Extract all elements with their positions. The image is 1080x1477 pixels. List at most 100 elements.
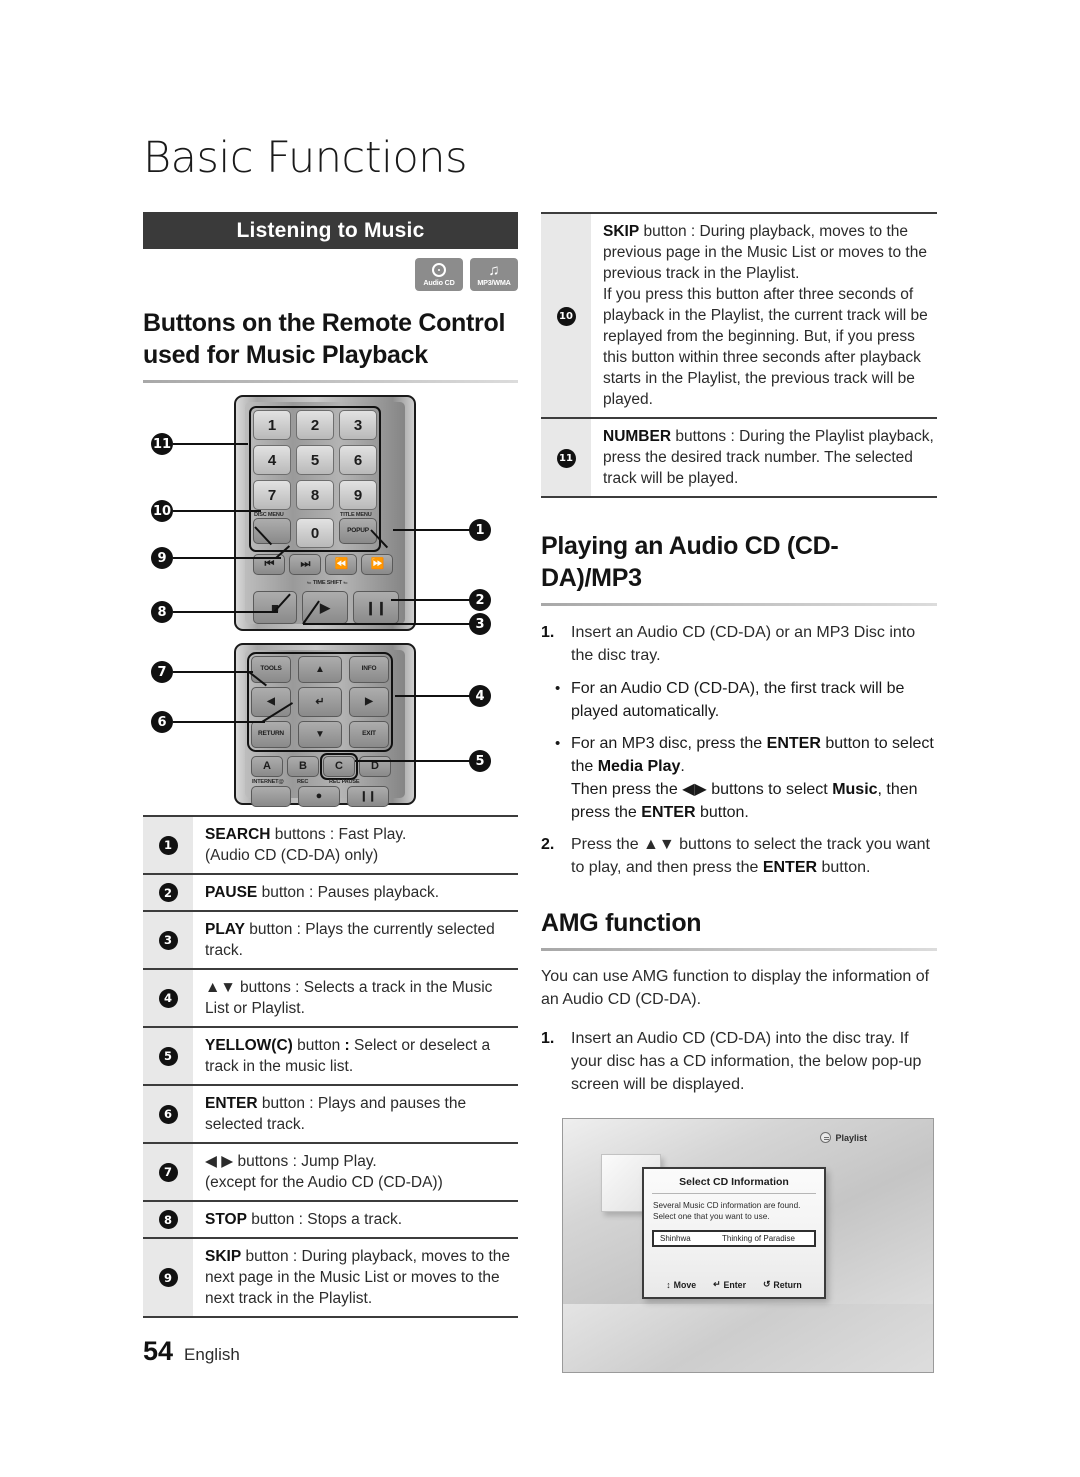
table-row: 10 SKIP button : During playback, moves …	[541, 212, 937, 418]
row-text: SKIP button : During playback, moves to …	[193, 1237, 518, 1318]
step-item: 1. Insert an Audio CD (CD-DA) into the d…	[541, 1027, 937, 1096]
step-number: 2.	[541, 836, 555, 853]
row-number: 2	[158, 883, 178, 902]
updown-arrow-icon: ↕	[666, 1279, 671, 1290]
mp3-wma-icon: ♫ MP3/WMA	[470, 258, 518, 291]
remote-pause-button[interactable]: ❙❙	[353, 591, 399, 624]
tv-screen-lower	[563, 1304, 933, 1372]
bullet-dot: •	[555, 680, 561, 697]
step-text: Insert an Audio CD (CD-DA) into the disc…	[571, 1030, 922, 1093]
rec-label: REC	[297, 779, 309, 785]
disc-badge-group: Audio CD ♫ MP3/WMA	[143, 258, 518, 291]
tv-screen-illustration: Playlist Select CD Information Several M…	[562, 1118, 934, 1373]
remote-key-7[interactable]: 7	[253, 480, 291, 510]
dialog-title: Select CD Information	[679, 1176, 789, 1188]
row-text: YELLOW(C) button : Select or deselect a …	[193, 1026, 518, 1085]
row-text: SKIP button : During playback, moves to …	[591, 212, 937, 418]
table-row: 1 SEARCH buttons : Fast Play. (Audio CD (…	[143, 815, 518, 874]
title-menu-label: TITLE MENU	[340, 512, 372, 518]
heading-amg: AMG function	[541, 909, 702, 937]
hint-move-label: Move	[673, 1279, 697, 1290]
remote-enter-button[interactable]: ↵	[298, 687, 342, 717]
row-text: ENTER button : Plays and pauses the sele…	[193, 1084, 518, 1143]
remote-color-c-button[interactable]: C	[323, 756, 355, 777]
remote-internet-button[interactable]	[251, 786, 291, 807]
remote-search-rewind-button[interactable]: ⏪	[325, 554, 357, 575]
section-banner: Listening to Music	[143, 212, 518, 249]
remote-upper-body: 1 2 3 4 5 6 7 8 9 0 POPUP DISC MENU TITL…	[234, 395, 416, 631]
right-column: 10 SKIP button : During playback, moves …	[541, 212, 937, 1373]
row-number: 5	[158, 1046, 178, 1066]
row-number-cell: 11	[541, 417, 591, 498]
remote-play-button[interactable]: ▶	[302, 591, 348, 624]
remote-nav-left-button[interactable]: ◀	[251, 687, 291, 717]
internet-label: INTERNET@	[252, 779, 284, 785]
remote-key-9[interactable]: 9	[339, 480, 377, 510]
remote-info-button[interactable]: INFO	[349, 656, 389, 683]
manual-page: Basic Functions Listening to Music Audio…	[0, 0, 1080, 1477]
remote-color-b-button[interactable]: B	[287, 756, 319, 777]
cd-album: Thinking of Paradise	[722, 1234, 795, 1243]
heading-rule	[143, 380, 518, 383]
row-number-cell: 7	[143, 1142, 193, 1201]
page-title: Basic Functions	[143, 133, 467, 183]
remote-rec-button[interactable]: ●	[298, 786, 340, 807]
remote-key-1[interactable]: 1	[253, 410, 291, 440]
remote-nav-right-button[interactable]: ▶	[349, 687, 389, 717]
row-number: 6	[158, 1104, 178, 1124]
table-left-body: 1 SEARCH buttons : Fast Play. (Audio CD (…	[143, 815, 518, 1318]
remote-nav-down-button[interactable]: ▼	[298, 721, 342, 748]
callout-6-leader	[173, 721, 265, 723]
left-column: Listening to Music Audio CD ♫ MP3/WMA Bu…	[143, 212, 518, 1318]
remote-return-button[interactable]: RETURN	[251, 721, 291, 748]
row-number: 7	[158, 1162, 178, 1182]
remote-lower-face: TOOLS ▲ INFO ◀ ↵ ▶ RETURN ▼ EXIT A B C D	[245, 650, 405, 807]
remote-color-a-button[interactable]: A	[251, 756, 283, 777]
remote-key-5[interactable]: 5	[296, 445, 334, 475]
row-text: PLAY button : Plays the currently select…	[193, 910, 518, 969]
remote-skip-next-button[interactable]: ⏭	[289, 554, 321, 575]
table-row: 7 ◀ ▶ buttons : Jump Play. (except for th…	[143, 1142, 518, 1201]
remote-key-0[interactable]: 0	[296, 518, 334, 548]
substep-text: For an Audio CD (CD-DA), the first track…	[571, 680, 905, 720]
row-text: SEARCH buttons : Fast Play. (Audio CD (CD…	[193, 815, 518, 874]
callout-9-leader	[173, 557, 281, 559]
callout-3: 3	[469, 613, 491, 635]
remote-key-6[interactable]: 6	[339, 445, 377, 475]
remote-search-forward-button[interactable]: ⏩	[361, 554, 393, 575]
table-row: 9 SKIP button : During playback, moves t…	[143, 1237, 518, 1318]
heading-rule	[541, 948, 937, 951]
step-item: 2. Press the ▲▼ buttons to select the tr…	[541, 833, 937, 879]
page-language: English	[184, 1345, 240, 1364]
remote-key-2[interactable]: 2	[296, 410, 334, 440]
heading-rule	[541, 603, 937, 606]
remote-key-3[interactable]: 3	[339, 410, 377, 440]
row-text: STOP button : Stops a track.	[193, 1200, 518, 1238]
substep-item: • For an Audio CD (CD-DA), the first tra…	[541, 677, 937, 723]
substep-item: • For an MP3 disc, press the ENTER butto…	[541, 732, 937, 824]
remote-exit-button[interactable]: EXIT	[349, 721, 389, 748]
remote-key-4[interactable]: 4	[253, 445, 291, 475]
remote-key-8[interactable]: 8	[296, 480, 334, 510]
heading-remote-buttons: Buttons on the Remote Control used for M…	[143, 309, 506, 369]
playlist-label: Playlist	[835, 1132, 867, 1143]
row-number-cell: 3	[143, 910, 193, 969]
cd-info-row[interactable]: Shinhwa Thinking of Paradise	[652, 1230, 816, 1247]
table-row: 3 PLAY button : Plays the currently sele…	[143, 910, 518, 969]
row-text: ▲▼ buttons : Selects a track in the Musi…	[193, 968, 518, 1027]
step-number: 1.	[541, 1030, 555, 1047]
row-number-cell: 8	[143, 1200, 193, 1238]
remote-nav-up-button[interactable]: ▲	[298, 656, 342, 683]
remote-button-table-left: 1 SEARCH buttons : Fast Play. (Audio CD (…	[143, 815, 518, 1318]
page-footer: 54 English	[143, 1336, 240, 1367]
table-row: 11 NUMBER buttons : During the Playlist …	[541, 417, 937, 498]
row-number: 3	[158, 930, 178, 950]
row-number: 10	[556, 306, 576, 326]
callout-8-leader	[173, 611, 278, 613]
remote-rec-pause-button[interactable]: ❙❙	[347, 786, 389, 807]
dialog-body-line-1: Several Music CD information are found.	[653, 1201, 801, 1210]
step-text: Insert an Audio CD (CD-DA) or an MP3 Dis…	[571, 624, 916, 664]
cd-artist: Shinhwa	[660, 1234, 691, 1243]
callout-1-leader	[393, 529, 471, 531]
amg-steps: 1. Insert an Audio CD (CD-DA) into the d…	[541, 1027, 937, 1096]
